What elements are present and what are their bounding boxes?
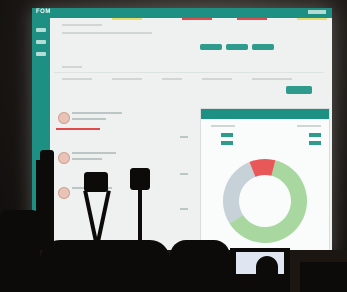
action-button[interactable] <box>252 44 274 50</box>
candidate-party <box>72 118 106 120</box>
avatar <box>58 152 70 164</box>
filter-field[interactable] <box>62 78 92 80</box>
vote-bar <box>56 128 100 130</box>
camera-tripod <box>36 160 54 250</box>
avatar <box>58 112 70 124</box>
search-button[interactable] <box>286 86 312 94</box>
list-item[interactable] <box>52 148 132 174</box>
user-menu[interactable] <box>308 10 326 14</box>
sidebar-item[interactable] <box>36 52 46 56</box>
donut-segment-red <box>249 159 276 178</box>
camera <box>84 172 108 192</box>
legend-chip[interactable] <box>309 133 321 137</box>
sidebar-item[interactable] <box>36 28 46 32</box>
results-panel <box>200 108 330 258</box>
event-photo: FOM <box>0 0 347 292</box>
page-subheading <box>62 32 152 34</box>
panel-header <box>201 109 329 119</box>
person-silhouette <box>170 240 230 292</box>
audience-heads <box>300 262 347 292</box>
accent-stripe-yellow <box>297 18 327 20</box>
sidebar-item[interactable] <box>36 40 46 44</box>
camera <box>130 168 150 190</box>
panel-label <box>211 125 235 127</box>
accent-stripe-red <box>237 18 267 20</box>
person-silhouette <box>256 256 278 292</box>
axis-tick <box>180 173 188 175</box>
filter-field[interactable] <box>162 78 182 80</box>
camera <box>40 150 54 166</box>
axis-tick <box>180 136 188 138</box>
audience-heads <box>40 240 170 292</box>
candidate-name <box>72 112 122 114</box>
avatar <box>58 187 70 199</box>
filter-field[interactable] <box>202 78 232 80</box>
accent-stripe-red <box>182 18 212 20</box>
divider <box>54 72 324 73</box>
legend-chip[interactable] <box>309 141 321 145</box>
filter-field[interactable] <box>112 78 142 80</box>
page-heading <box>62 24 102 26</box>
list-item[interactable] <box>52 108 132 134</box>
filter-label <box>62 66 82 68</box>
person-silhouette <box>0 210 40 292</box>
accent-stripe-yellow <box>112 18 142 20</box>
legend-chip[interactable] <box>221 141 233 145</box>
action-button[interactable] <box>200 44 222 50</box>
axis-tick <box>180 208 188 210</box>
app-top-bar: FOM <box>32 8 332 18</box>
legend-chip[interactable] <box>221 133 233 137</box>
candidate-party <box>72 158 102 160</box>
filter-field[interactable] <box>252 78 292 80</box>
projection-screen: FOM <box>32 8 332 258</box>
candidate-name <box>72 152 116 154</box>
donut-segment-gray <box>223 161 256 224</box>
action-button[interactable] <box>226 44 248 50</box>
panel-label <box>297 125 321 127</box>
app-logo: FOM <box>36 9 51 15</box>
